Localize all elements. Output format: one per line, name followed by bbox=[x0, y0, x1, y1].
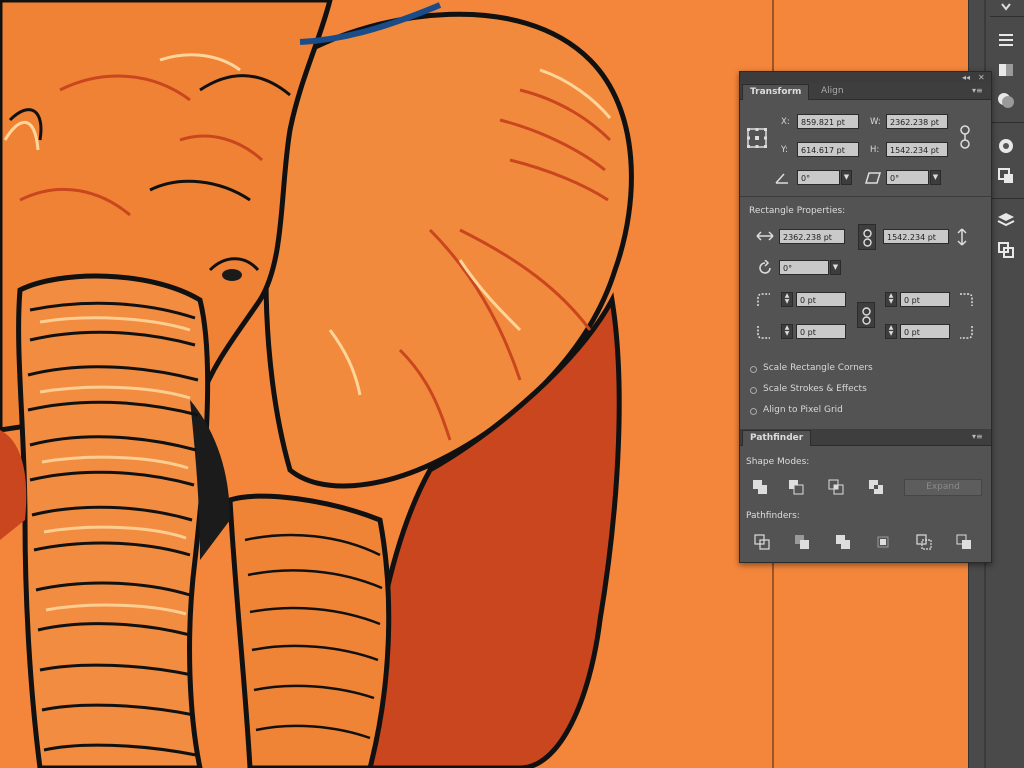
rect-rotate-icon bbox=[757, 260, 773, 276]
minus-back-icon[interactable] bbox=[954, 533, 974, 551]
w-field[interactable]: 2362.238 pt bbox=[886, 114, 948, 129]
corner-top-right-field[interactable]: 0 pt bbox=[900, 292, 950, 307]
collapse-panel-icon[interactable]: ◂◂ bbox=[962, 73, 970, 82]
graphic-styles-panel-icon[interactable] bbox=[993, 164, 1019, 188]
pathfinder-menu-icon[interactable]: ▾≡ bbox=[972, 432, 983, 441]
intersect-icon[interactable] bbox=[826, 478, 846, 496]
align-pixel-grid-label: Align to Pixel Grid bbox=[763, 405, 843, 415]
merge-icon[interactable] bbox=[833, 533, 853, 551]
h-field[interactable]: 1542.234 pt bbox=[886, 142, 948, 157]
pathfinder-tab-bar: Pathfinder ▾≡ bbox=[740, 429, 991, 446]
dock-divider bbox=[990, 198, 1024, 199]
scale-strokes-checkbox[interactable] bbox=[750, 387, 757, 394]
scale-corners-checkbox[interactable] bbox=[750, 366, 757, 373]
x-label: X: bbox=[781, 117, 790, 127]
corner-bl-stepper[interactable]: ▲ ▼ bbox=[781, 324, 793, 339]
y-label: Y: bbox=[781, 145, 788, 155]
reference-point-icon[interactable] bbox=[746, 127, 768, 149]
shear-dropdown-icon[interactable]: ▼ bbox=[930, 170, 941, 185]
corner-link-icon[interactable] bbox=[857, 302, 875, 328]
corner-bottom-left-field[interactable]: 0 pt bbox=[796, 324, 846, 339]
scale-strokes-label: Scale Strokes & Effects bbox=[763, 384, 867, 394]
corner-top-right-icon[interactable] bbox=[958, 292, 974, 308]
rotate-field[interactable]: 0° bbox=[797, 170, 840, 185]
divider bbox=[740, 196, 991, 197]
panel-menu-icon[interactable]: ▾≡ bbox=[972, 86, 983, 95]
unite-icon[interactable] bbox=[750, 478, 770, 496]
rect-height-field[interactable]: 1542.234 pt bbox=[883, 229, 949, 244]
scale-corners-label: Scale Rectangle Corners bbox=[763, 363, 873, 373]
rect-angle-field[interactable]: 0° bbox=[779, 260, 829, 275]
shear-icon bbox=[864, 171, 882, 185]
corner-tr-stepper[interactable]: ▲ ▼ bbox=[885, 292, 897, 307]
tab-align[interactable]: Align bbox=[814, 84, 851, 99]
shear-field[interactable]: 0° bbox=[886, 170, 929, 185]
rect-height-icon bbox=[956, 228, 968, 246]
exclude-icon[interactable] bbox=[866, 478, 886, 496]
corner-tl-stepper[interactable]: ▲ ▼ bbox=[781, 292, 793, 307]
h-label: H: bbox=[870, 145, 880, 155]
w-label: W: bbox=[870, 117, 881, 127]
rotate-angle-icon bbox=[774, 171, 790, 185]
transparency-panel-icon[interactable] bbox=[993, 88, 1019, 112]
transform-pathfinder-panel: ◂◂ ✕ Transform Align ▾≡ X: 859.821 pt W:… bbox=[739, 71, 992, 563]
corner-br-stepper[interactable]: ▲ ▼ bbox=[885, 324, 897, 339]
collapse-dock-icon[interactable] bbox=[993, 0, 1019, 14]
constrain-proportions-icon[interactable] bbox=[957, 124, 973, 150]
tab-pathfinder[interactable]: Pathfinder bbox=[742, 430, 812, 446]
dock-divider bbox=[990, 122, 1024, 123]
corner-bottom-right-icon[interactable] bbox=[958, 324, 974, 340]
rect-width-icon bbox=[756, 230, 774, 242]
rect-angle-dropdown-icon[interactable]: ▼ bbox=[830, 260, 841, 275]
corner-bottom-left-icon[interactable] bbox=[756, 324, 772, 340]
artboards-panel-icon[interactable] bbox=[993, 238, 1019, 262]
layers-panel-icon[interactable] bbox=[993, 208, 1019, 232]
y-field[interactable]: 614.617 pt bbox=[797, 142, 859, 157]
minus-front-icon[interactable] bbox=[786, 478, 806, 496]
close-panel-icon[interactable]: ✕ bbox=[978, 73, 985, 82]
gradient-panel-icon[interactable] bbox=[993, 58, 1019, 82]
crop-icon[interactable] bbox=[873, 533, 893, 551]
corner-top-left-icon[interactable] bbox=[756, 292, 772, 308]
corner-top-left-field[interactable]: 0 pt bbox=[796, 292, 846, 307]
rectangle-properties-title: Rectangle Properties: bbox=[749, 206, 846, 216]
divide-icon[interactable] bbox=[752, 533, 772, 551]
transform-tab-bar: Transform Align ▾≡ bbox=[740, 83, 991, 100]
appearance-panel-icon[interactable] bbox=[993, 134, 1019, 158]
pathfinders-label: Pathfinders: bbox=[746, 511, 800, 521]
tab-transform[interactable]: Transform bbox=[742, 84, 810, 100]
corner-bottom-right-field[interactable]: 0 pt bbox=[900, 324, 950, 339]
rect-width-field[interactable]: 2362.238 pt bbox=[779, 229, 845, 244]
rotate-dropdown-icon[interactable]: ▼ bbox=[841, 170, 852, 185]
outline-icon[interactable] bbox=[914, 533, 934, 551]
align-pixel-grid-checkbox[interactable] bbox=[750, 408, 757, 415]
expand-button[interactable]: Expand bbox=[904, 479, 982, 496]
rect-link-icon[interactable] bbox=[858, 224, 876, 250]
x-field[interactable]: 859.821 pt bbox=[797, 114, 859, 129]
shape-modes-label: Shape Modes: bbox=[746, 457, 810, 467]
trim-icon[interactable] bbox=[792, 533, 812, 551]
stroke-panel-icon[interactable] bbox=[993, 28, 1019, 52]
panel-title-bar[interactable]: ◂◂ ✕ bbox=[740, 72, 991, 83]
